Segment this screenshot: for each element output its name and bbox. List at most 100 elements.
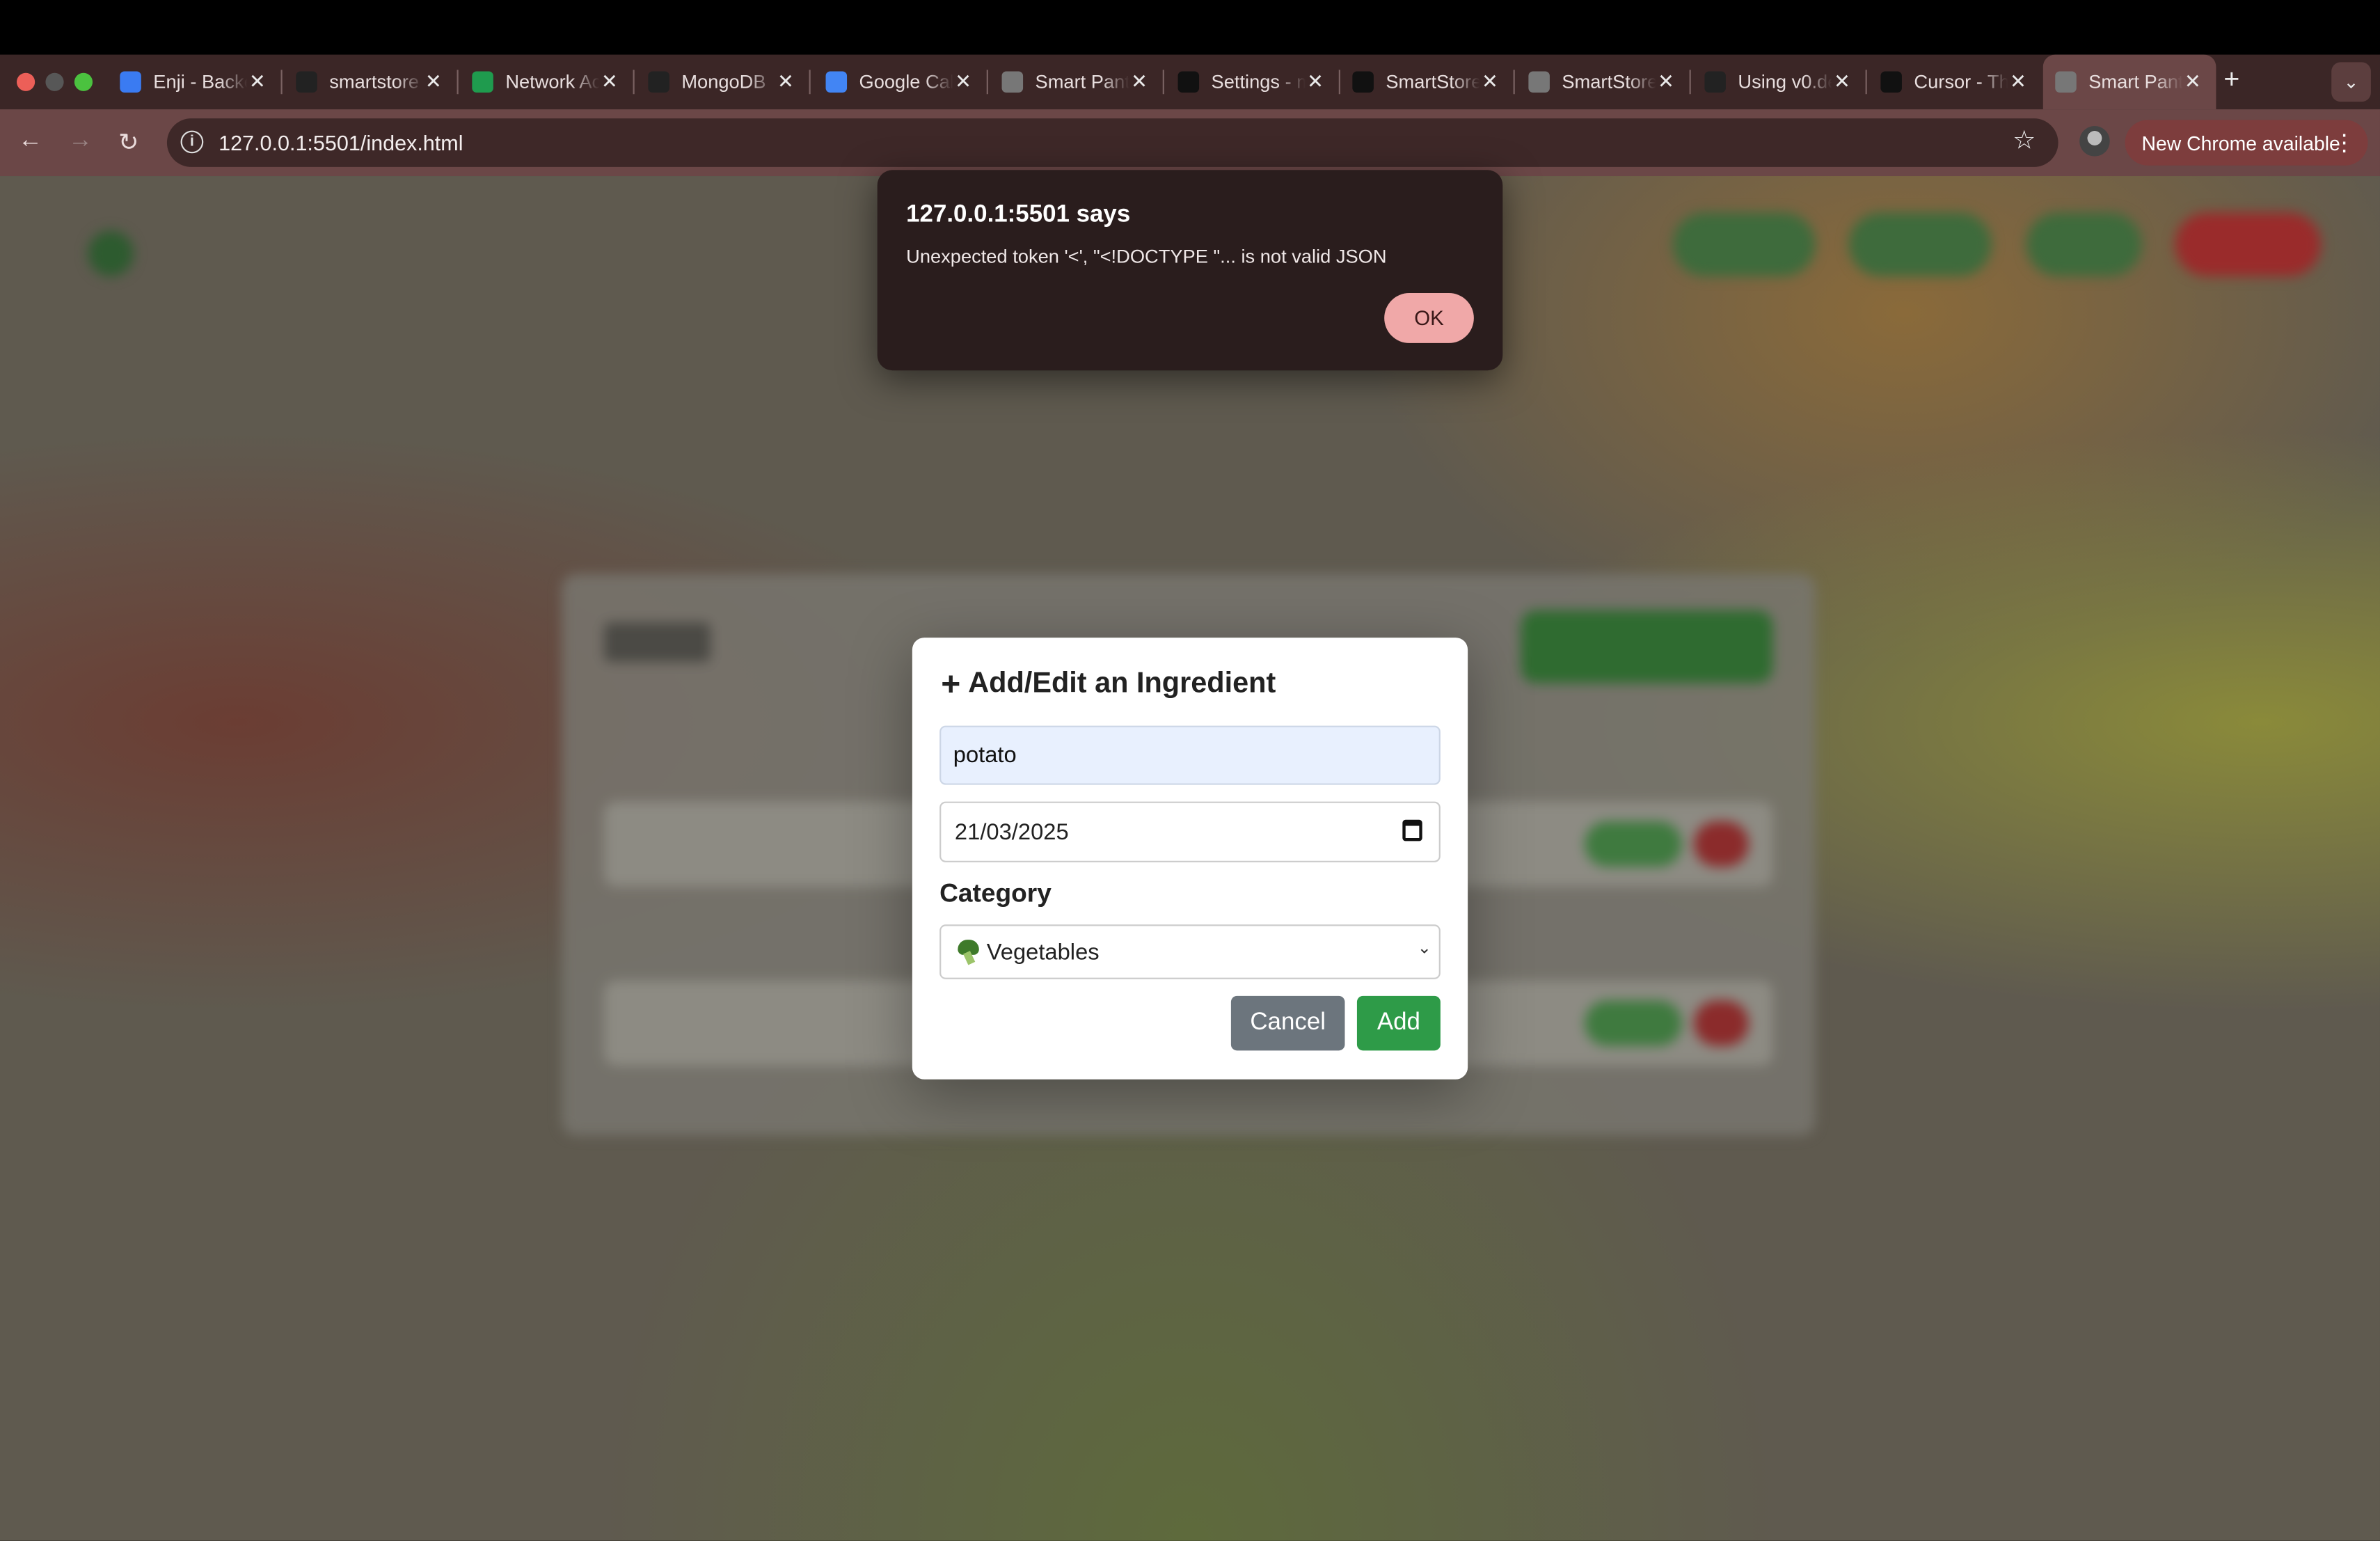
more-menu-icon[interactable]: ⋮	[2333, 129, 2356, 157]
close-tab-icon[interactable]: ✕	[955, 70, 971, 94]
minimize-window-button[interactable]	[45, 72, 64, 91]
close-tab-icon[interactable]: ✕	[601, 70, 618, 94]
v0-icon	[1352, 71, 1374, 93]
broccoli-icon	[958, 940, 982, 965]
tab-title: Enji - Backend	[153, 71, 247, 93]
delete-pill	[1694, 821, 1749, 867]
tab-title: SmartStore	[1386, 71, 1480, 93]
back-icon[interactable]: ←	[18, 127, 42, 155]
date-value: 21/03/2025	[954, 819, 1069, 846]
window-titlebar	[0, 0, 2380, 55]
github-icon	[296, 71, 317, 93]
ingredient-name-input[interactable]	[939, 725, 1441, 785]
profile-avatar[interactable]	[2079, 126, 2110, 157]
add-button[interactable]: Add	[1356, 995, 1441, 1051]
browser-tab[interactable]: Network Access✕	[460, 55, 635, 110]
tab-separator	[633, 70, 635, 95]
globe-icon	[2055, 71, 2077, 93]
browser-tab[interactable]: Enji - Backend✕	[108, 55, 283, 110]
close-tab-icon[interactable]: ✕	[777, 70, 794, 94]
cursor-icon	[1880, 71, 1902, 93]
openai-icon	[1704, 71, 1726, 93]
tab-title: Settings - m	[1211, 71, 1306, 93]
nav-pill-3	[2026, 212, 2142, 276]
chevron-down-icon: ⌄	[1417, 940, 1431, 958]
close-tab-icon[interactable]: ✕	[1307, 70, 1324, 94]
dialog-title: + Add/Edit an Ingredient	[941, 665, 1276, 703]
mongodb-leaf-icon	[472, 71, 493, 93]
close-tab-icon[interactable]: ✕	[1131, 70, 1148, 94]
ingredient-dialog: + Add/Edit an Ingredient 21/03/2025 Cate…	[912, 638, 1468, 1080]
close-tab-icon[interactable]: ✕	[2184, 70, 2201, 94]
dialog-title-text: Add/Edit an Ingredient	[968, 667, 1276, 700]
update-label: New Chrome available	[2141, 131, 2340, 155]
browser-tab[interactable]: smartstore ✕	[284, 55, 459, 110]
close-window-button[interactable]	[16, 72, 35, 91]
tab-separator	[280, 70, 283, 95]
tab-title: Using v0.dev	[1738, 71, 1832, 93]
tab-separator	[809, 70, 811, 95]
browser-tab[interactable]: Using v0.dev✕	[1692, 55, 1867, 110]
url-text[interactable]: 127.0.0.1:5501/index.html	[219, 131, 463, 155]
plus-icon: +	[941, 665, 961, 703]
nav-pill-logout	[2175, 212, 2321, 276]
forward-icon[interactable]: →	[68, 127, 93, 155]
close-tab-icon[interactable]: ✕	[425, 70, 442, 94]
nav-pill-2	[1848, 212, 1992, 276]
app-logo	[88, 230, 134, 276]
tab-separator	[1689, 70, 1691, 95]
tab-title: SmartStore	[1562, 71, 1656, 93]
tab-title: MongoDB	[681, 71, 766, 93]
globe-icon	[1528, 71, 1550, 93]
edit-pill	[1585, 821, 1682, 867]
tab-search-button[interactable]: ⌄	[2331, 62, 2371, 102]
screen: Enji - Backend✕smartstore✕Network Access…	[0, 0, 2380, 1541]
tab-separator	[1162, 70, 1164, 95]
browser-tab[interactable]: MongoDB ✕	[636, 55, 811, 110]
calendar-icon	[825, 71, 848, 93]
tab-separator	[986, 70, 988, 95]
site-info-icon[interactable]: i	[180, 130, 204, 154]
tab-separator	[457, 70, 459, 95]
bookmark-star-icon[interactable]: ☆	[2013, 126, 2036, 157]
tab-title: Smart Pantry	[2088, 71, 2182, 93]
close-tab-icon[interactable]: ✕	[1482, 70, 1498, 94]
new-tab-button[interactable]: +	[2223, 64, 2239, 96]
tab-title: Google Calendar	[859, 71, 953, 93]
cancel-button[interactable]: Cancel	[1230, 995, 1345, 1051]
js-alert-dialog: 127.0.0.1:5501 says Unexpected token '<'…	[877, 170, 1503, 371]
nav-pill-1	[1672, 212, 1816, 276]
tab-separator	[1513, 70, 1515, 95]
tab-title: Network Access	[505, 71, 599, 93]
close-tab-icon[interactable]: ✕	[1658, 70, 1674, 94]
close-tab-icon[interactable]: ✕	[1834, 70, 1850, 94]
card-add-button	[1521, 610, 1773, 683]
tab-title: Cursor - The	[1914, 71, 2008, 93]
delete-pill	[1694, 1000, 1749, 1046]
tab-title: smartstore	[329, 71, 420, 93]
category-label: Category	[939, 878, 1052, 908]
browser-tab[interactable]: Settings - m ✕	[1166, 55, 1340, 110]
m-icon	[1177, 71, 1200, 93]
reload-icon[interactable]: ↻	[118, 127, 138, 158]
browser-tab[interactable]: Smart Pantry✕	[2042, 54, 2216, 110]
openai-icon	[648, 71, 669, 93]
browser-tab[interactable]: SmartStore ✕	[1516, 55, 1691, 110]
tab-title: Smart Pantry	[1035, 71, 1129, 93]
browser-tab[interactable]: Smart Pantry✕	[990, 55, 1164, 110]
expiry-date-input[interactable]: 21/03/2025	[939, 801, 1441, 862]
close-tab-icon[interactable]: ✕	[2010, 70, 2026, 94]
browser-tab[interactable]: Google Calendar✕	[814, 55, 988, 110]
category-select[interactable]: Vegetables ⌄	[939, 924, 1441, 979]
new-chrome-available-button[interactable]: New Chrome available ⋮	[2125, 120, 2368, 166]
edit-pill	[1585, 1000, 1682, 1046]
globe-icon	[1001, 71, 1024, 93]
alert-ok-button[interactable]: OK	[1384, 292, 1474, 343]
browser-tab[interactable]: Cursor - The✕	[1869, 55, 2042, 110]
close-tab-icon[interactable]: ✕	[249, 70, 266, 94]
calendar-icon[interactable]	[1402, 819, 1422, 841]
browser-tab[interactable]: SmartStore ✕	[1340, 55, 1515, 110]
maximize-window-button[interactable]	[74, 72, 93, 91]
alert-title: 127.0.0.1:5501 says	[906, 202, 1131, 228]
category-value: Vegetables	[986, 940, 1100, 966]
